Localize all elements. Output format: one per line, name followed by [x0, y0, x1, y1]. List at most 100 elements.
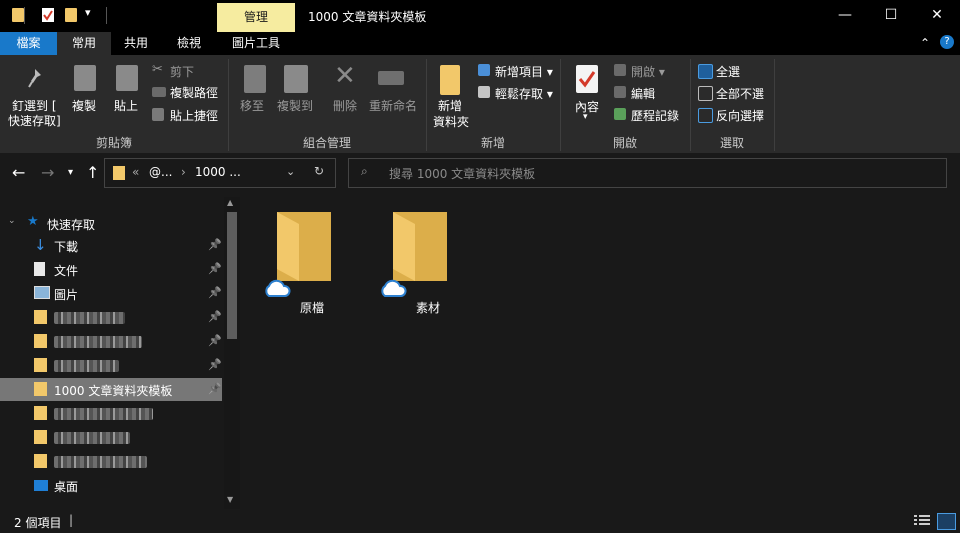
folder-icon	[34, 430, 47, 444]
recent-locations-chevron-icon[interactable]: ▾	[68, 167, 73, 178]
redacted-label	[54, 312, 125, 324]
rename-icon	[378, 71, 404, 85]
copy-to-button[interactable]: 複製到	[277, 97, 313, 114]
tab-share[interactable]: 共用	[111, 32, 161, 55]
tab-home[interactable]: 常用	[57, 32, 111, 55]
pin-icon[interactable]: 📌	[208, 334, 222, 347]
customize-quick-access-icon[interactable]: ▾	[85, 6, 91, 19]
folder-icon	[12, 8, 24, 22]
folder-icon	[113, 166, 125, 180]
tab-file[interactable]: 檔案	[0, 32, 57, 55]
forward-arrow-icon[interactable]: →	[41, 163, 54, 182]
search-input[interactable]: ⌕ 搜尋 1000 文章資料夾模板	[348, 158, 947, 188]
properties-icon	[576, 65, 598, 93]
copy-path-icon	[152, 87, 166, 97]
maximize-button[interactable]: ☐	[868, 0, 914, 32]
navigation-pane: ⌄ ★ 快速存取 ↓ 下載 📌 文件 📌 圖片 📌 📌 📌 📌 1000 文章資料夾模板 📌 桌面	[0, 197, 240, 509]
item-count: 2 個項目	[14, 516, 62, 530]
scroll-down-icon[interactable]: ▼	[227, 495, 233, 504]
folder-item[interactable]: 原檔	[262, 197, 362, 317]
paste-button[interactable]: 貼上	[114, 97, 138, 114]
pin-quick-access-button-line2[interactable]: 快速存取]	[8, 112, 61, 129]
folder-icon	[34, 334, 47, 348]
nav-quick-access[interactable]: 快速存取	[47, 216, 95, 233]
window-title: 1000 文章資料夾模板	[308, 10, 427, 24]
redacted-label	[54, 336, 142, 348]
help-icon[interactable]: ?	[940, 35, 954, 49]
nav-item[interactable]: 📌	[0, 330, 222, 353]
cut-button[interactable]: 剪下	[170, 63, 194, 80]
nav-item[interactable]: ↓ 下載 📌	[0, 234, 222, 257]
new-folder-button-line2[interactable]: 資料夾	[433, 113, 469, 130]
pin-icon[interactable]: 📌	[208, 310, 222, 323]
breadcrumb-item[interactable]: @...	[149, 165, 172, 179]
invert-selection-icon	[698, 108, 713, 123]
move-to-button[interactable]: 移至	[240, 97, 264, 114]
collapse-ribbon-icon[interactable]: ⌃	[920, 36, 930, 50]
nav-item-label: 下載	[54, 240, 79, 254]
copy-path-button[interactable]: 複製路徑	[170, 84, 218, 101]
close-button[interactable]: ✕	[914, 0, 960, 32]
pin-icon[interactable]: 📌	[208, 286, 222, 299]
properties-quick-icon[interactable]	[42, 8, 54, 22]
copy-button[interactable]: 複製	[72, 97, 96, 114]
tab-view[interactable]: 檢視	[161, 32, 217, 55]
properties-dropdown-icon[interactable]: ▾	[583, 112, 588, 122]
pin-icon[interactable]: 📌	[208, 262, 222, 275]
folder-item[interactable]: 素材	[378, 197, 478, 317]
easy-access-button[interactable]: 輕鬆存取 ▾	[495, 85, 553, 102]
nav-scrollbar[interactable]: ▲ ▼	[224, 197, 240, 509]
pin-icon[interactable]: 📌	[208, 382, 222, 395]
nav-item[interactable]: 📌	[0, 354, 222, 377]
pin-icon[interactable]: 📌	[208, 238, 222, 251]
minimize-button[interactable]: —	[822, 0, 868, 32]
new-folder-button[interactable]: 新增	[438, 97, 462, 114]
ribbon-tabs: 檔案 常用 共用 檢視 圖片工具 ⌃ ?	[0, 32, 960, 55]
scroll-thumb[interactable]	[227, 212, 237, 339]
folder-icon	[34, 454, 47, 468]
up-arrow-icon[interactable]: ↑	[86, 163, 99, 182]
address-bar[interactable]: « @... › 1000 ... ⌄ ↻	[104, 158, 336, 188]
select-all-button[interactable]: 全選	[716, 63, 740, 80]
nav-item[interactable]: 1000 文章資料夾模板 📌	[0, 378, 222, 401]
paste-shortcut-button[interactable]: 貼上捷徑	[170, 107, 218, 124]
nav-item[interactable]: 文件 📌	[0, 258, 222, 281]
breadcrumb-item-current[interactable]: 1000 ...	[195, 165, 241, 179]
file-list: 原檔 素材	[240, 197, 960, 509]
tab-picture-tools[interactable]: 圖片工具	[217, 32, 295, 55]
breadcrumb-separator: ›	[181, 165, 186, 179]
delete-icon: ✕	[334, 61, 356, 91]
large-icons-view-icon[interactable]	[937, 513, 956, 530]
invert-selection-button[interactable]: 反向選擇	[716, 107, 764, 124]
new-folder-icon	[440, 65, 460, 95]
refresh-icon[interactable]: ↻	[314, 164, 324, 178]
details-view-icon[interactable]	[914, 514, 930, 527]
edit-button[interactable]: 編輯	[631, 85, 655, 102]
expand-chevron-icon[interactable]: ⌄	[8, 216, 16, 226]
select-none-button[interactable]: 全部不選	[716, 85, 764, 102]
address-dropdown-chevron-icon[interactable]: ⌄	[286, 165, 295, 178]
pin-icon[interactable]: 📌	[208, 358, 222, 371]
nav-item-label: 1000 文章資料夾模板	[54, 384, 173, 398]
open-button[interactable]: 開啟 ▾	[631, 63, 665, 80]
history-button[interactable]: 歷程記錄	[631, 107, 679, 124]
rename-button[interactable]: 重新命名	[369, 97, 417, 114]
new-item-button[interactable]: 新增項目 ▾	[495, 63, 553, 80]
nav-item[interactable]: 桌面	[0, 474, 222, 497]
folder-icon	[34, 358, 47, 372]
nav-item[interactable]	[0, 450, 222, 473]
new-folder-quick-icon[interactable]	[65, 8, 77, 22]
nav-item[interactable]	[0, 426, 222, 449]
nav-item[interactable]: 圖片 📌	[0, 282, 222, 305]
nav-item[interactable]	[0, 402, 222, 425]
folder-icon	[393, 212, 447, 281]
open-icon	[614, 64, 626, 76]
delete-button[interactable]: 刪除	[333, 97, 357, 114]
redacted-label	[54, 360, 119, 372]
nav-item[interactable]: 📌	[0, 306, 222, 329]
search-icon: ⌕	[361, 164, 368, 178]
contextual-tab-manage[interactable]: 管理	[217, 3, 295, 32]
back-arrow-icon[interactable]: ←	[12, 163, 25, 182]
scroll-up-icon[interactable]: ▲	[227, 198, 233, 207]
breadcrumb-overflow[interactable]: «	[132, 165, 139, 179]
